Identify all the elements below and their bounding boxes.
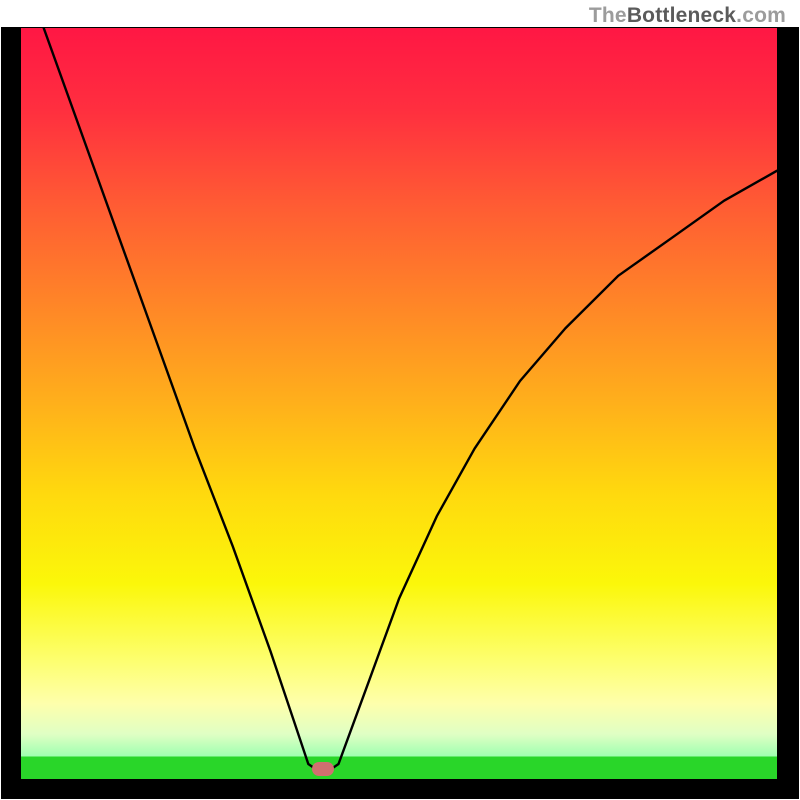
chart-frame <box>1 27 799 799</box>
root: TheBottleneck.com <box>0 0 800 800</box>
plot-area <box>21 28 777 779</box>
green-band <box>21 757 777 780</box>
watermark-suffix: .com <box>736 4 786 27</box>
gradient-background <box>21 28 777 779</box>
plot-svg <box>21 28 777 779</box>
watermark-prefix: The <box>589 4 627 27</box>
optimum-marker <box>312 762 334 776</box>
watermark-main: Bottleneck <box>627 4 736 27</box>
watermark: TheBottleneck.com <box>589 4 786 28</box>
